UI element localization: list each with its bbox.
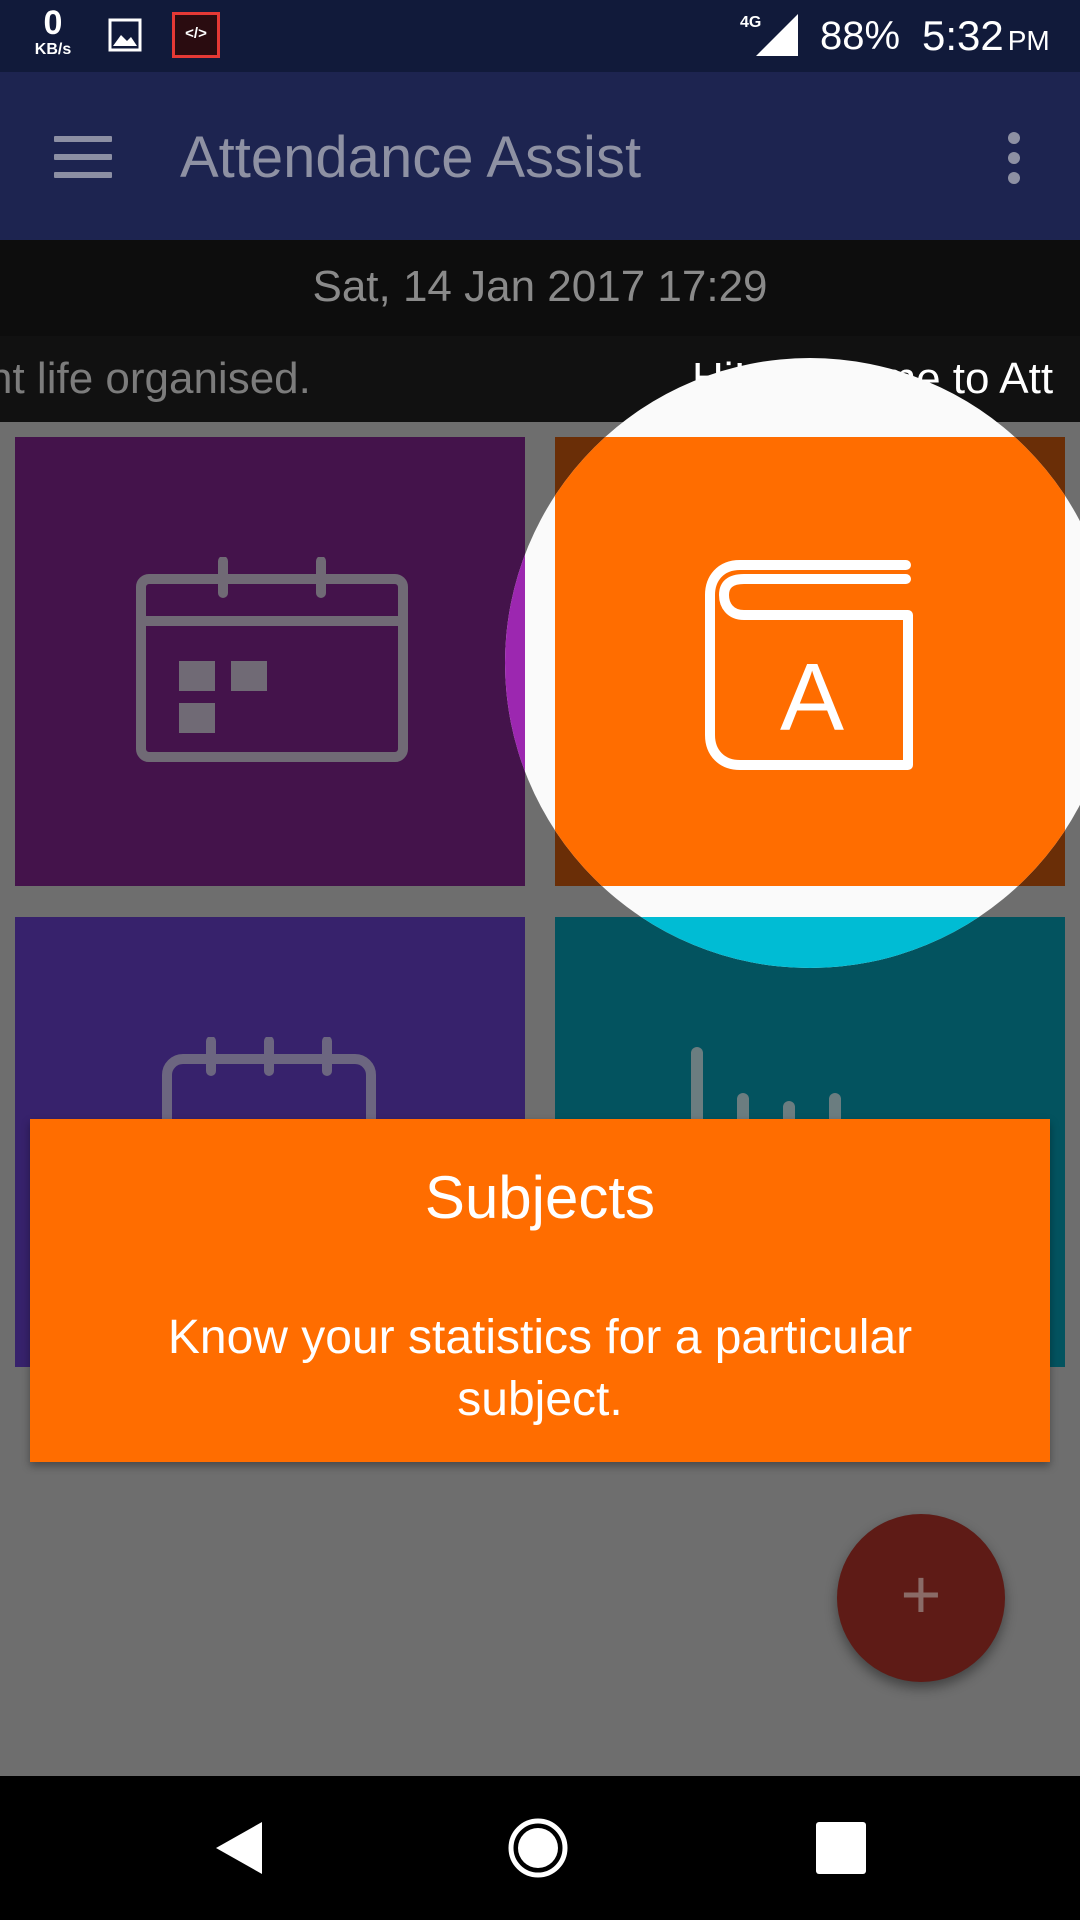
- app-title: Attendance Assist: [180, 125, 642, 190]
- gallery-icon: [108, 18, 142, 52]
- tooltip-title: Subjects: [424, 1164, 656, 1231]
- home-icon[interactable]: [508, 1818, 568, 1878]
- add-button[interactable]: +: [837, 1514, 1005, 1682]
- network-speed: 0 KB/s: [26, 6, 80, 58]
- speed-unit: KB/s: [34, 41, 72, 58]
- add-icon: +: [900, 1555, 942, 1633]
- marquee-text-left: nt life organised.: [0, 354, 311, 403]
- code-icon: </>: [172, 12, 220, 58]
- more-vert-icon[interactable]: [1000, 132, 1028, 188]
- svg-text:A: A: [780, 644, 844, 751]
- clock-time: 5:32: [922, 12, 1004, 59]
- current-datetime: Sat, 14 Jan 2017 17:29: [312, 262, 768, 311]
- clock: 5:32 PM: [922, 12, 1050, 60]
- date-banner: Sat, 14 Jan 2017 17:29: [0, 240, 1080, 336]
- back-icon[interactable]: [214, 1820, 264, 1876]
- clock-ampm: PM: [1007, 25, 1050, 56]
- feature-tooltip[interactable]: Subjects Know your statistics for a part…: [30, 1119, 1050, 1462]
- calendar-icon: [136, 557, 408, 762]
- status-bar: 0 KB/s </> 4G 88% 5:32 PM: [0, 0, 1080, 72]
- battery-level: 88%: [820, 14, 901, 58]
- bar-chart-icon: [691, 1047, 841, 1127]
- dev-badge-label: </>: [185, 25, 207, 42]
- tooltip-description: Know your statistics for a particular su…: [167, 1311, 913, 1426]
- hamburger-menu-icon[interactable]: [54, 136, 112, 178]
- recents-icon[interactable]: [816, 1822, 866, 1874]
- navigation-bar: [0, 1776, 1080, 1920]
- tile-attendance[interactable]: [15, 437, 525, 886]
- app-toolbar: Attendance Assist: [0, 72, 1080, 240]
- signal-icon: [756, 14, 798, 56]
- book-a-icon: A: [705, 560, 913, 770]
- speed-value: 0: [43, 4, 63, 42]
